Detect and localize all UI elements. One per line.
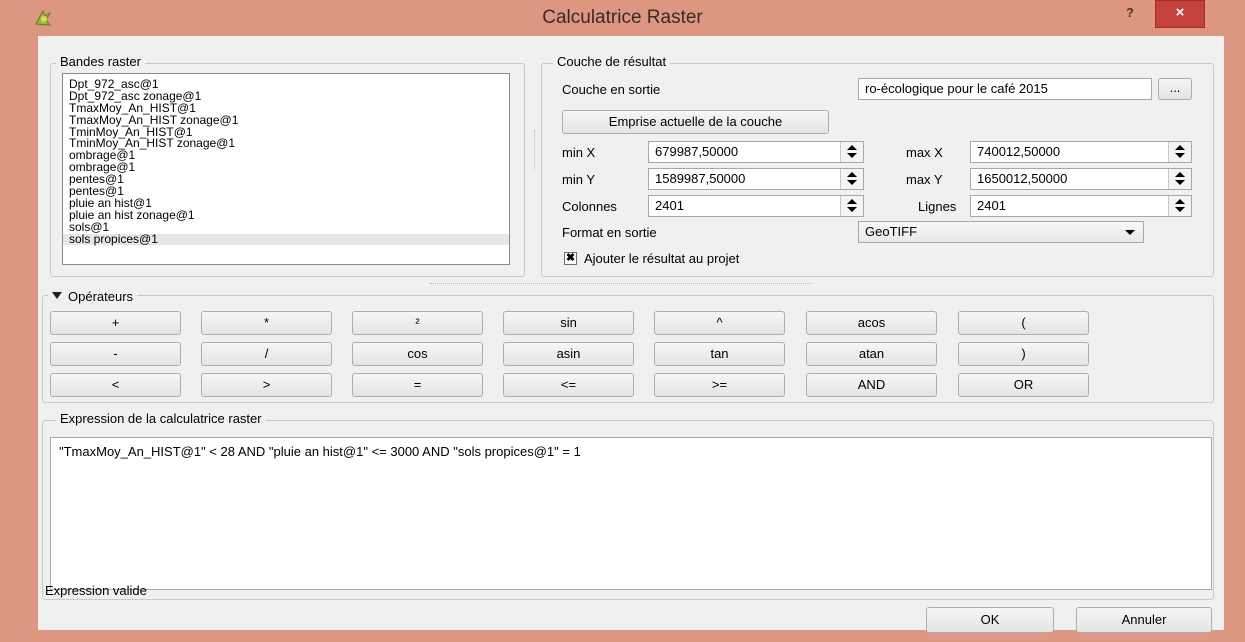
operator-button[interactable]: ^ (654, 311, 785, 335)
close-button[interactable]: × (1155, 0, 1205, 28)
operators-label: Opérateurs (68, 289, 134, 304)
max-y-input[interactable]: 1650012,50000 (970, 168, 1192, 190)
max-x-value: 740012,50000 (977, 144, 1061, 159)
columns-label: Colonnes (562, 199, 617, 214)
raster-band-item[interactable]: pentes@1 (63, 173, 509, 186)
operator-button[interactable]: > (201, 373, 332, 397)
check-icon: ✖ (565, 252, 576, 264)
raster-bands-list[interactable]: Dpt_972_asc@1 Dpt_972_asc zonage@1 TmaxMoy… (62, 73, 510, 265)
raster-band-item[interactable]: sols propices@1 (63, 233, 509, 246)
operator-button[interactable]: ( (958, 311, 1089, 335)
result-layer-label: Couche de résultat (553, 54, 671, 69)
operator-button[interactable]: acos (806, 311, 937, 335)
vertical-splitter-handle[interactable] (534, 130, 537, 170)
operator-button[interactable]: ² (352, 311, 483, 335)
output-layer-label: Couche en sortie (562, 82, 661, 97)
operator-button[interactable]: sin (503, 311, 634, 335)
min-x-value: 679987,50000 (655, 144, 739, 159)
max-y-value: 1650012,50000 (977, 171, 1068, 186)
operator-button[interactable]: tan (654, 342, 785, 366)
collapse-arrow-icon (52, 292, 62, 299)
operator-button[interactable]: < (50, 373, 181, 397)
operator-button[interactable]: atan (806, 342, 937, 366)
operator-button[interactable]: AND (806, 373, 937, 397)
max-x-label: max X (906, 145, 943, 160)
rows-spinner[interactable] (1168, 196, 1191, 216)
min-x-label: min X (562, 145, 596, 160)
rows-value: 2401 (977, 198, 1006, 213)
operators-header[interactable]: Opérateurs (48, 289, 138, 304)
min-x-input[interactable]: 679987,50000 (648, 141, 864, 163)
operator-button[interactable]: cos (352, 342, 483, 366)
rows-input[interactable]: 2401 (970, 195, 1192, 217)
max-y-label: max Y (906, 172, 943, 187)
operator-button[interactable]: + (50, 311, 181, 335)
raster-band-item[interactable]: pluie an hist zonage@1 (63, 209, 509, 222)
current-layer-extent-button[interactable]: Emprise actuelle de la couche (562, 110, 829, 134)
operator-button[interactable]: / (201, 342, 332, 366)
output-layer-input[interactable]: ro-écologique pour le café 2015 (858, 78, 1152, 100)
operator-button[interactable]: - (50, 342, 181, 366)
operator-button[interactable]: OR (958, 373, 1089, 397)
min-y-label: min Y (562, 172, 595, 187)
min-x-spinner[interactable] (840, 142, 863, 162)
max-x-spinner[interactable] (1168, 142, 1191, 162)
raster-bands-label: Bandes raster (56, 54, 145, 69)
operator-button[interactable]: * (201, 311, 332, 335)
add-to-project-checkbox[interactable]: ✖ (564, 252, 577, 265)
output-format-value: GeoTIFF (865, 224, 918, 239)
operator-button[interactable]: >= (654, 373, 785, 397)
output-format-label: Format en sortie (562, 225, 657, 240)
columns-value: 2401 (655, 198, 684, 213)
browse-button[interactable]: ... (1158, 78, 1192, 100)
operator-button[interactable]: asin (503, 342, 634, 366)
window-border-right (1224, 36, 1245, 642)
min-y-spinner[interactable] (840, 169, 863, 189)
help-icon[interactable]: ? (1112, 1, 1148, 27)
chevron-down-icon (1125, 230, 1135, 235)
operator-button[interactable]: = (352, 373, 483, 397)
raster-band-item[interactable]: ombrage@1 (63, 161, 509, 174)
splitter-handle[interactable] (430, 283, 812, 286)
columns-input[interactable]: 2401 (648, 195, 864, 217)
expression-textarea[interactable]: "TmaxMoy_An_HIST@1" < 28 AND "pluie an h… (50, 437, 1212, 590)
window-border-left (0, 36, 38, 642)
max-x-input[interactable]: 740012,50000 (970, 141, 1192, 163)
title-bar[interactable]: Calculatrice Raster ? × (0, 0, 1245, 36)
cancel-button[interactable]: Annuler (1076, 607, 1212, 633)
output-format-select[interactable]: GeoTIFF (858, 221, 1144, 243)
rows-label: Lignes (918, 199, 957, 214)
expression-status: Expression valide (45, 583, 147, 598)
add-to-project-label: Ajouter le résultat au projet (584, 251, 740, 266)
operator-button[interactable]: ) (958, 342, 1089, 366)
operator-button[interactable]: <= (503, 373, 634, 397)
min-y-input[interactable]: 1589987,50000 (648, 168, 864, 190)
columns-spinner[interactable] (840, 196, 863, 216)
ok-button[interactable]: OK (926, 607, 1054, 633)
window-title: Calculatrice Raster (542, 7, 703, 28)
max-y-spinner[interactable] (1168, 169, 1191, 189)
min-y-value: 1589987,50000 (655, 171, 746, 186)
expression-label: Expression de la calculatrice raster (56, 411, 266, 426)
